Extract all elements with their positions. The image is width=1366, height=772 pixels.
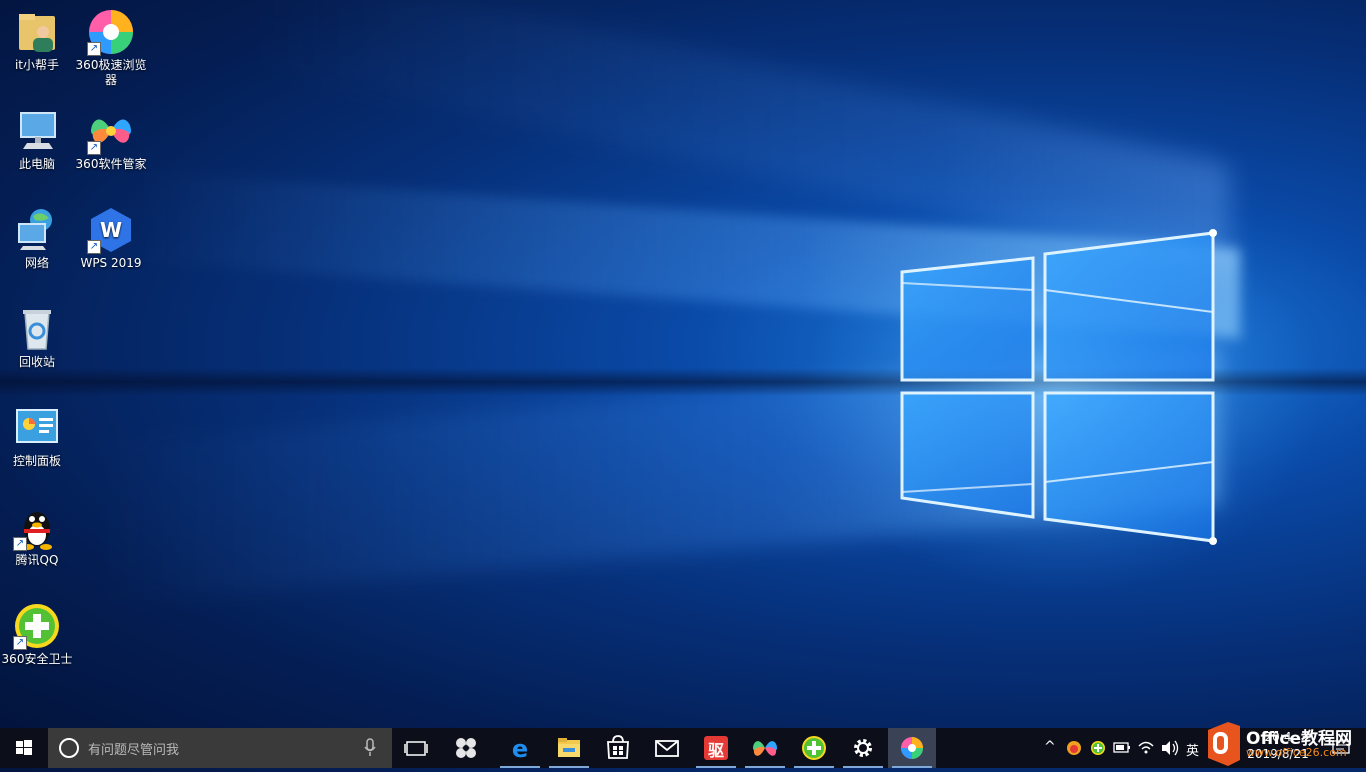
svg-text:W: W xyxy=(100,218,122,242)
desktop-icon-label: 360软件管家 xyxy=(75,157,147,171)
wifi-icon xyxy=(1138,741,1154,754)
user-folder-icon xyxy=(13,8,61,56)
network-icon xyxy=(13,206,61,254)
desktop-icon-360-browser[interactable]: ↗ 360极速浏览器 xyxy=(74,8,148,88)
360-safe-tray-icon xyxy=(1091,741,1105,755)
taskbar-app-pinwheel[interactable] xyxy=(442,728,490,768)
shortcut-arrow-icon: ↗ xyxy=(13,636,27,650)
gear-icon xyxy=(854,739,872,757)
mail-icon xyxy=(655,740,679,757)
this-pc-icon xyxy=(13,107,61,155)
desktop-icon-label: 360安全卫士 xyxy=(1,652,73,666)
desktop-icon-label: 腾讯QQ xyxy=(15,553,59,567)
tray-volume[interactable] xyxy=(1159,728,1181,768)
windows-logo-icon xyxy=(16,740,32,755)
office-logo-icon xyxy=(1208,722,1240,766)
taskbar-app-360-safe[interactable] xyxy=(790,728,838,768)
desktop-icon-label: it小帮手 xyxy=(14,58,60,72)
office-watermark: Office教程网 www.office26.com xyxy=(1200,716,1366,768)
shortcut-arrow-icon: ↗ xyxy=(87,240,101,254)
task-view-icon xyxy=(404,741,428,756)
svg-text:e: e xyxy=(512,735,528,763)
cortana-icon xyxy=(59,738,79,758)
desktop-icon-wps[interactable]: W ↗ WPS 2019 xyxy=(74,206,148,271)
desktop-icon-label: 此电脑 xyxy=(18,157,55,171)
desktop-icon-it-helper[interactable]: it小帮手 xyxy=(0,8,74,73)
360-safe-icon: ↗ xyxy=(13,602,61,650)
store-icon xyxy=(607,735,629,759)
taskbar-app-settings[interactable] xyxy=(839,728,887,768)
desktop-icon-label: 360极速浏览器 xyxy=(75,58,147,87)
360-browser-icon: ↗ xyxy=(87,8,135,56)
desktop-icon-network[interactable]: 网络 xyxy=(0,206,74,271)
desktop-icon-label: WPS 2019 xyxy=(80,256,142,270)
ime-indicator: 英 xyxy=(1186,744,1200,759)
desktop-icon-360-safe[interactable]: ↗ 360安全卫士 xyxy=(0,602,74,667)
360-software-manager-icon xyxy=(753,741,777,756)
desktop-icon-label: 网络 xyxy=(24,256,49,270)
search-box[interactable]: 有问题尽管问我 xyxy=(48,728,392,768)
taskbar-app-store[interactable] xyxy=(594,728,642,768)
desktop-icon-this-pc[interactable]: 此电脑 xyxy=(0,107,74,172)
microphone-icon[interactable] xyxy=(364,738,376,758)
wps-icon: W ↗ xyxy=(87,206,135,254)
volume-icon xyxy=(1162,740,1179,756)
360-software-manager-icon: ↗ xyxy=(87,107,135,155)
desktop-icon-360-software-manager[interactable]: ↗ 360软件管家 xyxy=(74,107,148,172)
qq-icon: ↗ xyxy=(13,503,61,551)
360-browser-icon xyxy=(901,737,923,759)
taskbar-app-file-explorer[interactable] xyxy=(545,728,593,768)
desktop-icon-control-panel[interactable]: 控制面板 xyxy=(0,404,74,469)
tray-network[interactable] xyxy=(1135,728,1157,768)
control-panel-icon xyxy=(13,404,61,452)
tray-overflow-button[interactable]: ^ xyxy=(1040,728,1060,768)
recycle-bin-icon xyxy=(13,305,61,353)
watermark-url: www.office26.com xyxy=(1246,746,1347,759)
taskbar-app-edge[interactable]: e xyxy=(496,728,544,768)
edge-icon: e xyxy=(512,735,528,763)
tray-app-360-safe[interactable] xyxy=(1087,728,1109,768)
shortcut-arrow-icon: ↗ xyxy=(87,42,101,56)
folder-icon xyxy=(558,738,580,757)
taskbar-app-driver[interactable]: 驱 xyxy=(692,728,740,768)
chevron-up-icon: ^ xyxy=(1044,739,1056,755)
taskbar-app-360-browser[interactable] xyxy=(888,728,936,768)
taskbar-app-mail[interactable] xyxy=(643,728,691,768)
desktop-icon-qq[interactable]: ↗ 腾讯QQ xyxy=(0,503,74,568)
desktop-icon-recycle-bin[interactable]: 回收站 xyxy=(0,305,74,370)
360-safe-icon xyxy=(802,736,826,760)
tray-battery[interactable] xyxy=(1111,728,1133,768)
desktop-icon-label: 回收站 xyxy=(18,355,55,369)
task-view-button[interactable] xyxy=(392,728,440,768)
tray-app-lion[interactable] xyxy=(1063,728,1085,768)
taskbar: 有问题尽管问我 e 驱 ^ 英 20:4 2019/8/21 xyxy=(0,728,1366,768)
shortcut-arrow-icon: ↗ xyxy=(87,141,101,155)
taskbar-app-360-software-manager[interactable] xyxy=(741,728,789,768)
pinwheel-icon xyxy=(456,738,476,758)
search-placeholder: 有问题尽管问我 xyxy=(88,743,180,758)
lion-tray-icon xyxy=(1067,741,1081,755)
start-button[interactable] xyxy=(0,728,48,768)
shortcut-arrow-icon: ↗ xyxy=(13,537,27,551)
desktop-icon-label: 控制面板 xyxy=(12,454,61,468)
battery-icon xyxy=(1113,742,1130,753)
driver-app-glyph: 驱 xyxy=(707,741,724,760)
